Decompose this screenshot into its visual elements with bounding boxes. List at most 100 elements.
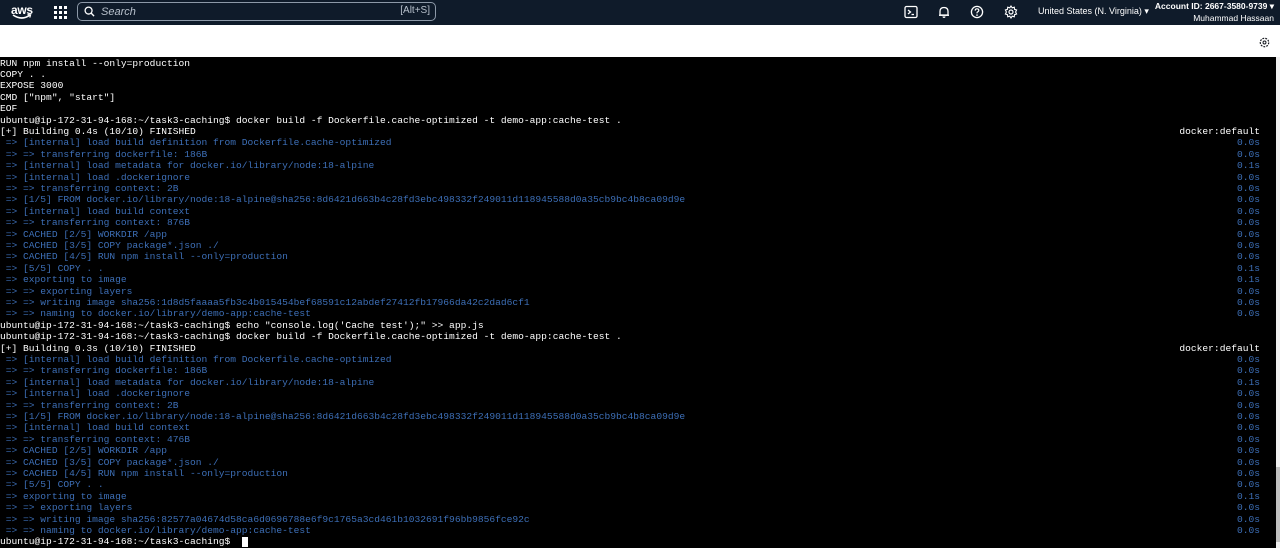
terminal-line: [+] Building 0.3s (10/10) FINISHED docker… [0,343,1262,354]
terminal-line-text: => => transferring dockerfile: 186B [0,148,208,160]
terminal-line-timing: 0.0s [1236,502,1260,514]
terminal-line-timing: 0.0s [1236,194,1260,206]
terminal-line-timing: 0.0s [1236,456,1260,468]
terminal-line: => CACHED [3/5] COPY package*.json ./ 0.0… [0,457,1262,468]
scrollbar-thumb[interactable] [1276,467,1280,542]
terminal-line: => => exporting layers 0.0s [0,286,1262,297]
terminal-line-text: COPY . . [0,68,47,80]
terminal-line: => [1/5] FROM docker.io/library/node:18-… [0,411,1262,422]
terminal-line-timing: 0.0s [1236,285,1260,297]
terminal-line-timing: 0.1s [1236,376,1260,388]
terminal-line-text: => [internal] load metadata for docker.i… [0,160,375,172]
terminal-line-timing: docker:default [1179,342,1260,354]
terminal-line: EXPOSE 3000 [0,80,1262,91]
terminal-line-text: ubuntu@ip-172-31-94-168:~/task3-caching$… [0,114,622,126]
terminal-line-text: => => exporting layers [0,285,133,297]
terminal-line: => => exporting layers 0.0s [0,502,1262,513]
terminal-scrollbar[interactable] [1276,57,1280,548]
terminal-line: => CACHED [3/5] COPY package*.json ./ 0.0… [0,240,1262,251]
terminal-line: => [internal] load build context 0.0s [0,422,1262,433]
region-selector[interactable]: United States (N. Virginia) ▾ [1038,6,1149,17]
apps-grid-icon[interactable] [54,6,67,19]
terminal-line: => CACHED [4/5] RUN npm install --only=p… [0,251,1262,262]
terminal-line-text: => => transferring context: 2B [0,182,179,194]
terminal-line-timing: 0.0s [1236,445,1260,457]
terminal-line-text: => => writing image sha256:82577a04674d5… [0,513,530,525]
terminal-line-timing: 0.0s [1236,513,1260,525]
terminal-line-timing: 0.0s [1236,205,1260,217]
terminal-line-text: [+] Building 0.3s (10/10) FINISHED [0,342,196,354]
terminal-settings-icon[interactable] [1259,37,1270,48]
terminal-line: => => transferring context: 876B 0.0s [0,217,1262,228]
terminal-line-text: => => exporting layers [0,502,133,514]
terminal-line: => => transferring dockerfile: 186B 0.0s [0,365,1262,376]
terminal-line-timing: 0.0s [1236,251,1260,263]
terminal-line-timing: 0.0s [1236,524,1260,536]
aws-logo[interactable]: aws [11,3,35,21]
terminal-line: => => transferring context: 2B 0.0s [0,183,1262,194]
terminal-output[interactable]: RUN npm install --only=production COPY . … [0,57,1276,548]
terminal-line-text: => CACHED [2/5] WORKDIR /app [0,228,167,240]
terminal-line-text: ubuntu@ip-172-31-94-168:~/task3-caching$… [0,319,484,331]
terminal-line-text: => CACHED [3/5] COPY package*.json ./ [0,456,219,468]
terminal-line-text: [+] Building 0.4s (10/10) FINISHED [0,125,196,137]
help-icon[interactable] [970,5,984,19]
terminal-line-text: => exporting to image [0,490,127,502]
terminal-line-text: => => writing image sha256:1d8d5faaaa5fb… [0,296,530,308]
gear-icon[interactable] [1004,5,1018,19]
terminal-line: => exporting to image 0.1s [0,274,1262,285]
terminal-line: CMD ["npm", "start"] [0,92,1262,103]
terminal-line-text: => [1/5] FROM docker.io/library/node:18-… [0,410,686,422]
cloudshell-toolbar [0,25,1280,57]
terminal-line-timing: 0.1s [1236,490,1260,502]
bell-icon[interactable] [937,5,951,19]
terminal-line-text: => [internal] load .dockerignore [0,388,190,400]
terminal-line: RUN npm install --only=production [0,58,1262,69]
terminal-line: => [internal] load build definition from… [0,354,1262,365]
account-menu[interactable]: Account ID: 2667-3580-9739 ▾ Muhammad Ha… [1155,0,1274,24]
terminal-line: => [internal] load .dockerignore 0.0s [0,172,1262,183]
cloudshell-icon[interactable] [904,5,918,19]
terminal-line: => [internal] load metadata for docker.i… [0,377,1262,388]
terminal-line: COPY . . [0,69,1262,80]
terminal-line-timing: 0.1s [1236,274,1260,286]
terminal-line-timing: 0.0s [1236,410,1260,422]
terminal-line-text: EOF [0,103,18,115]
terminal-line-text: => [internal] load build context [0,422,190,434]
terminal-line-text: => CACHED [3/5] COPY package*.json ./ [0,239,219,251]
terminal-line-timing: 0.0s [1236,182,1260,194]
terminal-line-timing: 0.0s [1236,353,1260,365]
terminal-line-text: => CACHED [4/5] RUN npm install --only=p… [0,251,288,263]
search-box[interactable]: [Alt+S] [77,2,436,21]
terminal-line-text: => [1/5] FROM docker.io/library/node:18-… [0,194,686,206]
terminal-line: [+] Building 0.4s (10/10) FINISHED docker… [0,126,1262,137]
terminal-line-text: => [5/5] COPY . . [0,262,104,274]
terminal-line-text: => [internal] load build context [0,205,190,217]
terminal-line: => CACHED [2/5] WORKDIR /app 0.0s [0,445,1262,456]
terminal-line: => => naming to docker.io/library/demo-a… [0,525,1262,536]
terminal-line-timing: 0.0s [1236,399,1260,411]
terminal-line-text: => => transferring context: 2B [0,399,179,411]
terminal-line-timing: 0.0s [1236,217,1260,229]
search-icon [84,6,95,17]
terminal-line-text: => => transferring dockerfile: 186B [0,365,208,377]
terminal-line: => [5/5] COPY . . 0.0s [0,479,1262,490]
terminal-line: ubuntu@ip-172-31-94-168:~/task3-caching$… [0,115,1262,126]
terminal-line-timing: 0.0s [1236,171,1260,183]
terminal-line-timing: 0.1s [1236,160,1260,172]
terminal-line-timing: 0.0s [1236,433,1260,445]
terminal-line-text: => CACHED [4/5] RUN npm install --only=p… [0,467,288,479]
terminal-line-text: => [internal] load build definition from… [0,137,392,149]
terminal-line: => [internal] load build context 0.0s [0,206,1262,217]
terminal-line: => CACHED [4/5] RUN npm install --only=p… [0,468,1262,479]
terminal-line: => => writing image sha256:1d8d5faaaa5fb… [0,297,1262,308]
terminal-line-text: => [5/5] COPY . . [0,479,104,491]
terminal-line-text: RUN npm install --only=production [0,57,190,69]
terminal-line: => [1/5] FROM docker.io/library/node:18-… [0,194,1262,205]
terminal-line-timing: 0.0s [1236,148,1260,160]
account-id: Account ID: 2667-3580-9739 ▾ [1154,1,1274,11]
search-input[interactable] [101,4,371,19]
terminal-line: ubuntu@ip-172-31-94-168:~/task3-caching$… [0,320,1262,331]
terminal-line-text: => exporting to image [0,274,127,286]
terminal-line-text: => [internal] load metadata for docker.i… [0,376,375,388]
